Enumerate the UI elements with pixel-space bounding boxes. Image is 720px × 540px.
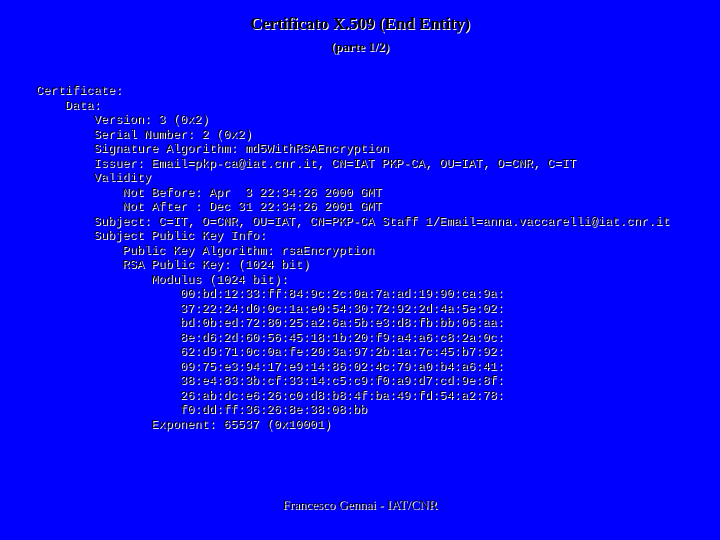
cert-line: Data: [36, 98, 101, 113]
cert-line: Issuer: Email=pkp-ca@iat.cnr.it, CN=IAT … [36, 156, 577, 171]
certificate-dump: Certificate: Data: Version: 3 (0x2) Seri… [36, 84, 670, 432]
cert-line: Subject: C=IT, O=CNR, OU=IAT, CN=PKP-CA … [36, 214, 670, 229]
cert-line: 00:bd:12:33:ff:84:9c:2c:0a:7a:ad:19:90:c… [36, 287, 505, 301]
cert-line: f0:dd:ff:36:26:8e:38:08:bb [36, 403, 368, 417]
slide-footer: Francesco Gennai - IAT/CNR [282, 497, 438, 512]
cert-line: Modulus (1024 bit): [36, 272, 289, 287]
cert-line: 09:75:e3:94:17:e9:14:86:02:4c:79:a0:b4:a… [36, 359, 505, 374]
cert-line: 26:ab:dc:e6:26:c0:d8:b8:4f:ba:49:fd:54:a… [36, 388, 505, 403]
cert-line: RSA Public Key: (1024 bit) [36, 258, 310, 272]
cert-line: 38:e4:83:3b:cf:33:14:c5:c9:f0:a9:d7:cd:9… [36, 374, 505, 388]
cert-line: Subject Public Key Info: [36, 229, 267, 243]
cert-line: Serial Number: 2 (0x2) [36, 127, 253, 142]
cert-line: 62:d9:71:0c:0a:fe:20:3a:97:2b:1a:7c:45:b… [36, 345, 505, 359]
cert-line: 37:22:24:d0:0c:1a:e0:54:30:72:92:2d:4a:5… [36, 301, 505, 316]
slide-subtitle: (parte 1/2) [330, 39, 390, 54]
cert-line: Validity [36, 171, 152, 185]
cert-line: Public Key Algorithm: rsaEncryption [36, 243, 375, 258]
slide-title: Certificato X.509 (End Entity) [249, 14, 471, 33]
cert-line: 8e:d6:2d:60:56:45:18:1b:20:f9:a4:a6:c8:2… [36, 330, 505, 345]
cert-line: Certificate: [36, 84, 123, 98]
cert-line: Not Before: Apr 3 22:34:26 2000 GMT [36, 185, 382, 200]
cert-line: Version: 3 (0x2) [36, 113, 209, 127]
cert-line: Not After : Dec 31 22:34:26 2001 GMT [36, 200, 382, 214]
cert-line: Signature Algorithm: md5WithRSAEncryptio… [36, 142, 389, 156]
cert-line: bd:0b:ed:72:80:25:a2:6a:5b:e3:d8:fb:bb:0… [36, 316, 505, 330]
cert-line: Exponent: 65537 (0x10001) [36, 417, 332, 432]
